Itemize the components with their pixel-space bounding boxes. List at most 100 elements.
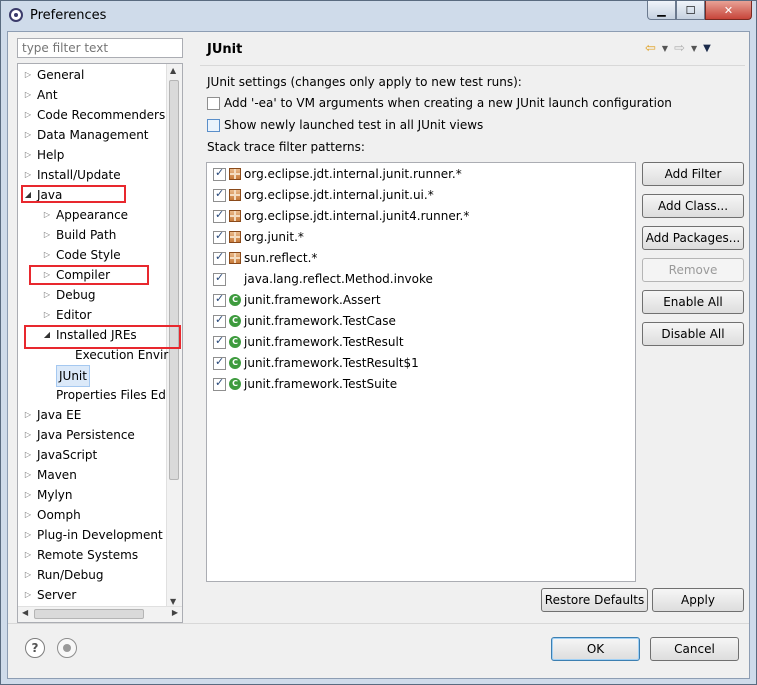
- add-class-button[interactable]: Add Class...: [642, 194, 744, 218]
- collapsed-arrow-icon[interactable]: ▷: [23, 485, 33, 505]
- option-ea-checkbox[interactable]: [207, 96, 220, 110]
- tree-horizontal-scrollbar[interactable]: ◀ ▶: [18, 606, 182, 622]
- scrollbar-thumb[interactable]: [169, 80, 179, 480]
- pattern-row[interactable]: Cjunit.framework.TestResult$1: [213, 353, 419, 373]
- tree-item-label: Java EE: [37, 408, 82, 422]
- option-show-label: Show newly launched test in all JUnit vi…: [224, 118, 484, 132]
- view-menu-icon[interactable]: ▼: [703, 43, 711, 54]
- option-ea-label: Add '-ea' to VM arguments when creating …: [224, 96, 672, 110]
- pattern-label: junit.framework.TestResult$1: [244, 356, 419, 370]
- collapsed-arrow-icon[interactable]: ▷: [23, 85, 33, 105]
- tree-item-label: Java Persistence: [37, 428, 135, 442]
- pattern-label: org.junit.*: [244, 230, 304, 244]
- collapsed-arrow-icon[interactable]: ▷: [23, 165, 33, 185]
- collapsed-arrow-icon[interactable]: ▷: [23, 525, 33, 545]
- forward-arrow-icon[interactable]: ⇨: [674, 41, 685, 56]
- enable-all-button[interactable]: Enable All: [642, 290, 744, 314]
- collapsed-arrow-icon[interactable]: ▷: [42, 225, 52, 245]
- package-icon: [229, 210, 241, 222]
- eclipse-app-icon: [9, 8, 23, 22]
- tree-item-label: Help: [37, 148, 65, 162]
- collapsed-arrow-icon[interactable]: ▷: [23, 145, 33, 165]
- pattern-checkbox[interactable]: [213, 208, 226, 223]
- cancel-button[interactable]: Cancel: [650, 637, 739, 661]
- back-arrow-icon[interactable]: ⇦: [645, 41, 656, 56]
- title-bar[interactable]: Preferences ▁ ☐ ✕: [1, 1, 757, 31]
- pattern-checkbox[interactable]: [213, 229, 226, 244]
- pattern-row[interactable]: Cjunit.framework.TestSuite: [213, 374, 397, 394]
- class-icon: C: [229, 315, 241, 327]
- option-show[interactable]: Show newly launched test in all JUnit vi…: [207, 118, 483, 132]
- forward-dropdown-icon[interactable]: ▼: [691, 44, 697, 53]
- ok-button[interactable]: OK: [551, 637, 640, 661]
- collapsed-arrow-icon[interactable]: ▷: [23, 65, 33, 85]
- collapsed-arrow-icon[interactable]: ▷: [42, 245, 52, 265]
- pattern-row[interactable]: Cjunit.framework.TestResult: [213, 332, 404, 352]
- pattern-row[interactable]: org.eclipse.jdt.internal.junit.ui.*: [213, 185, 434, 205]
- pattern-checkbox[interactable]: [213, 376, 226, 391]
- import-export-icon[interactable]: [57, 638, 77, 658]
- remove-button[interactable]: Remove: [642, 258, 744, 282]
- pattern-row[interactable]: org.junit.*: [213, 227, 304, 247]
- pattern-checkbox[interactable]: [213, 250, 226, 265]
- add-packages-button[interactable]: Add Packages...: [642, 226, 744, 250]
- window-title: Preferences: [30, 8, 107, 23]
- collapsed-arrow-icon[interactable]: ▷: [42, 205, 52, 225]
- collapsed-arrow-icon[interactable]: ▷: [23, 585, 33, 605]
- pattern-checkbox[interactable]: [213, 166, 226, 181]
- collapsed-arrow-icon[interactable]: ▷: [23, 405, 33, 425]
- pattern-row[interactable]: sun.reflect.*: [213, 248, 317, 268]
- scroll-left-icon[interactable]: ◀: [22, 608, 28, 617]
- collapsed-arrow-icon[interactable]: ▷: [23, 445, 33, 465]
- scroll-right-icon[interactable]: ▶: [172, 608, 178, 617]
- option-ea[interactable]: Add '-ea' to VM arguments when creating …: [207, 96, 672, 110]
- pattern-checkbox[interactable]: [213, 187, 226, 202]
- stack-trace-pattern-list[interactable]: org.eclipse.jdt.internal.junit.runner.* o…: [206, 162, 636, 582]
- pattern-checkbox[interactable]: [213, 292, 226, 307]
- pattern-row[interactable]: java.lang.reflect.Method.invoke: [213, 269, 433, 289]
- collapsed-arrow-icon[interactable]: ▷: [23, 465, 33, 485]
- close-icon: ✕: [723, 3, 734, 17]
- scroll-up-icon[interactable]: ▲: [170, 66, 176, 75]
- close-button[interactable]: ✕: [705, 1, 752, 20]
- package-icon: [229, 231, 241, 243]
- pattern-checkbox[interactable]: [213, 271, 226, 286]
- help-icon[interactable]: ?: [25, 638, 45, 658]
- option-show-checkbox[interactable]: [207, 118, 220, 132]
- restore-defaults-button[interactable]: Restore Defaults: [541, 588, 648, 612]
- disable-all-button[interactable]: Disable All: [642, 322, 744, 346]
- apply-button[interactable]: Apply: [652, 588, 744, 612]
- tree-item-label: Editor: [56, 308, 92, 322]
- pattern-label: org.eclipse.jdt.internal.junit4.runner.*: [244, 209, 470, 223]
- pattern-row[interactable]: Cjunit.framework.TestCase: [213, 311, 396, 331]
- collapsed-arrow-icon[interactable]: ▷: [23, 425, 33, 445]
- collapsed-arrow-icon[interactable]: ▷: [23, 565, 33, 585]
- filter-input[interactable]: [17, 38, 183, 58]
- scroll-down-icon[interactable]: ▼: [170, 597, 176, 606]
- collapsed-arrow-icon[interactable]: ▷: [23, 505, 33, 525]
- junit-settings-label: JUnit settings (changes only apply to ne…: [207, 75, 522, 89]
- pattern-label: junit.framework.TestCase: [244, 314, 396, 328]
- collapsed-arrow-icon[interactable]: ▷: [42, 305, 52, 325]
- add-filter-button[interactable]: Add Filter: [642, 162, 744, 186]
- collapsed-arrow-icon[interactable]: ▷: [23, 125, 33, 145]
- pattern-row[interactable]: org.eclipse.jdt.internal.junit.runner.*: [213, 164, 462, 184]
- pattern-checkbox[interactable]: [213, 334, 226, 349]
- collapsed-arrow-icon[interactable]: ▷: [23, 545, 33, 565]
- package-icon: [229, 189, 241, 201]
- pattern-checkbox[interactable]: [213, 313, 226, 328]
- tree-item-label: Code Style: [56, 248, 121, 262]
- pattern-row[interactable]: org.eclipse.jdt.internal.junit4.runner.*: [213, 206, 469, 226]
- minimize-button[interactable]: ▁: [647, 1, 676, 20]
- collapsed-arrow-icon[interactable]: ▷: [42, 285, 52, 305]
- scrollbar-thumb[interactable]: [34, 609, 144, 619]
- pattern-checkbox[interactable]: [213, 355, 226, 370]
- package-icon: [229, 168, 241, 180]
- pattern-row[interactable]: Cjunit.framework.Assert: [213, 290, 381, 310]
- collapsed-arrow-icon[interactable]: ▷: [23, 105, 33, 125]
- dialog-body: ▲ ▼ ◀ ▶ ▷ General ▷ Ant ▷ Code Recommenders ▷ D…: [7, 31, 750, 679]
- back-dropdown-icon[interactable]: ▼: [662, 44, 668, 53]
- pattern-label: junit.framework.TestSuite: [244, 377, 398, 391]
- maximize-button[interactable]: ☐: [676, 1, 705, 20]
- tree-item-label: Ant: [37, 88, 58, 102]
